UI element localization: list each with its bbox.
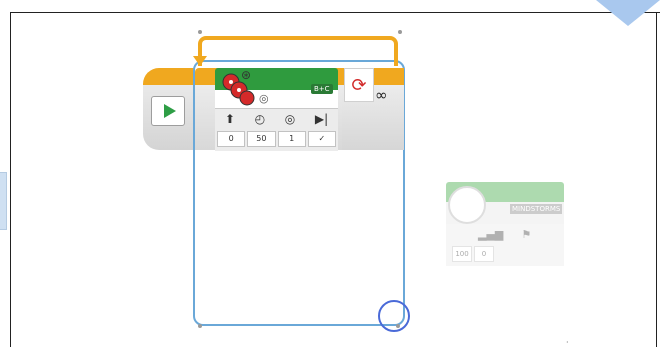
canvas-marker: · [566,338,569,347]
loop-handle-top-left[interactable] [198,30,202,34]
start-block[interactable] [143,68,195,150]
param-icon-row: ⬆ ◴ ◎ ▶| [215,112,338,126]
start-block-header [143,68,195,85]
volume-icon: ▂▄▆ [478,228,504,241]
power-value[interactable]: 50 [247,131,276,147]
play-button[interactable] [151,96,185,126]
loop-handle-bottom-left[interactable] [198,324,202,328]
ghost-block[interactable]: MINDSTORMS ▂▄▆ ⚑ 100 0 [446,182,564,266]
ghost-icon-row: ▂▄▆ ⚑ [478,228,531,241]
flag-icon: ⚑ [521,228,532,241]
canvas-border-top [10,12,660,13]
loop-handle-top-right[interactable] [398,30,402,34]
canvas-border-left [10,12,11,347]
canvas-border-right [656,12,657,347]
steering-wheel-icon: ⊛ [241,68,252,82]
loop-arrow-icon [198,36,398,66]
ghost-block-params: ▂▄▆ ⚑ 100 0 [446,224,564,266]
power-param-icon: ◴ [254,112,266,126]
move-tank-block[interactable]: ⊛ ◎ B+C ⬆ ◴ ◎ ▶| 0 50 1 ✓ [215,68,338,151]
param-value-row: 0 50 1 ✓ [217,131,336,147]
on-for-rotations-icon[interactable]: ◎ [259,92,269,105]
ghost-value-1[interactable]: 100 [452,246,472,262]
ghost-block-icon [448,186,486,224]
large-motor-icon [222,73,255,106]
loop-arrow-head-icon [193,56,207,66]
rotations-param-icon: ◎ [284,112,296,126]
loop-mode-unlimited[interactable]: ∞ [375,86,388,104]
ghost-block-label: MINDSTORMS [510,204,563,214]
loop-resize-handle[interactable] [378,300,410,332]
steering-value[interactable]: 0 [217,131,246,147]
steering-param-icon: ⬆ [224,112,235,126]
brake-param-icon: ▶| [314,112,329,126]
ghost-value-2[interactable]: 0 [474,246,494,262]
ghost-value-row: 100 0 [452,246,494,262]
side-panel-tab[interactable] [0,172,7,230]
repeat-icon[interactable]: ⟳ [344,68,374,102]
brake-value[interactable]: ✓ [307,131,336,147]
motor-params: ⬆ ◴ ◎ ▶| 0 50 1 ✓ [215,108,338,151]
corner-indicator[interactable] [596,0,660,26]
rotations-value[interactable]: 1 [277,131,306,147]
play-icon [164,104,176,118]
loop-end-block[interactable]: ⟳ ∞ [342,68,404,150]
port-selector[interactable]: B+C [311,84,333,94]
